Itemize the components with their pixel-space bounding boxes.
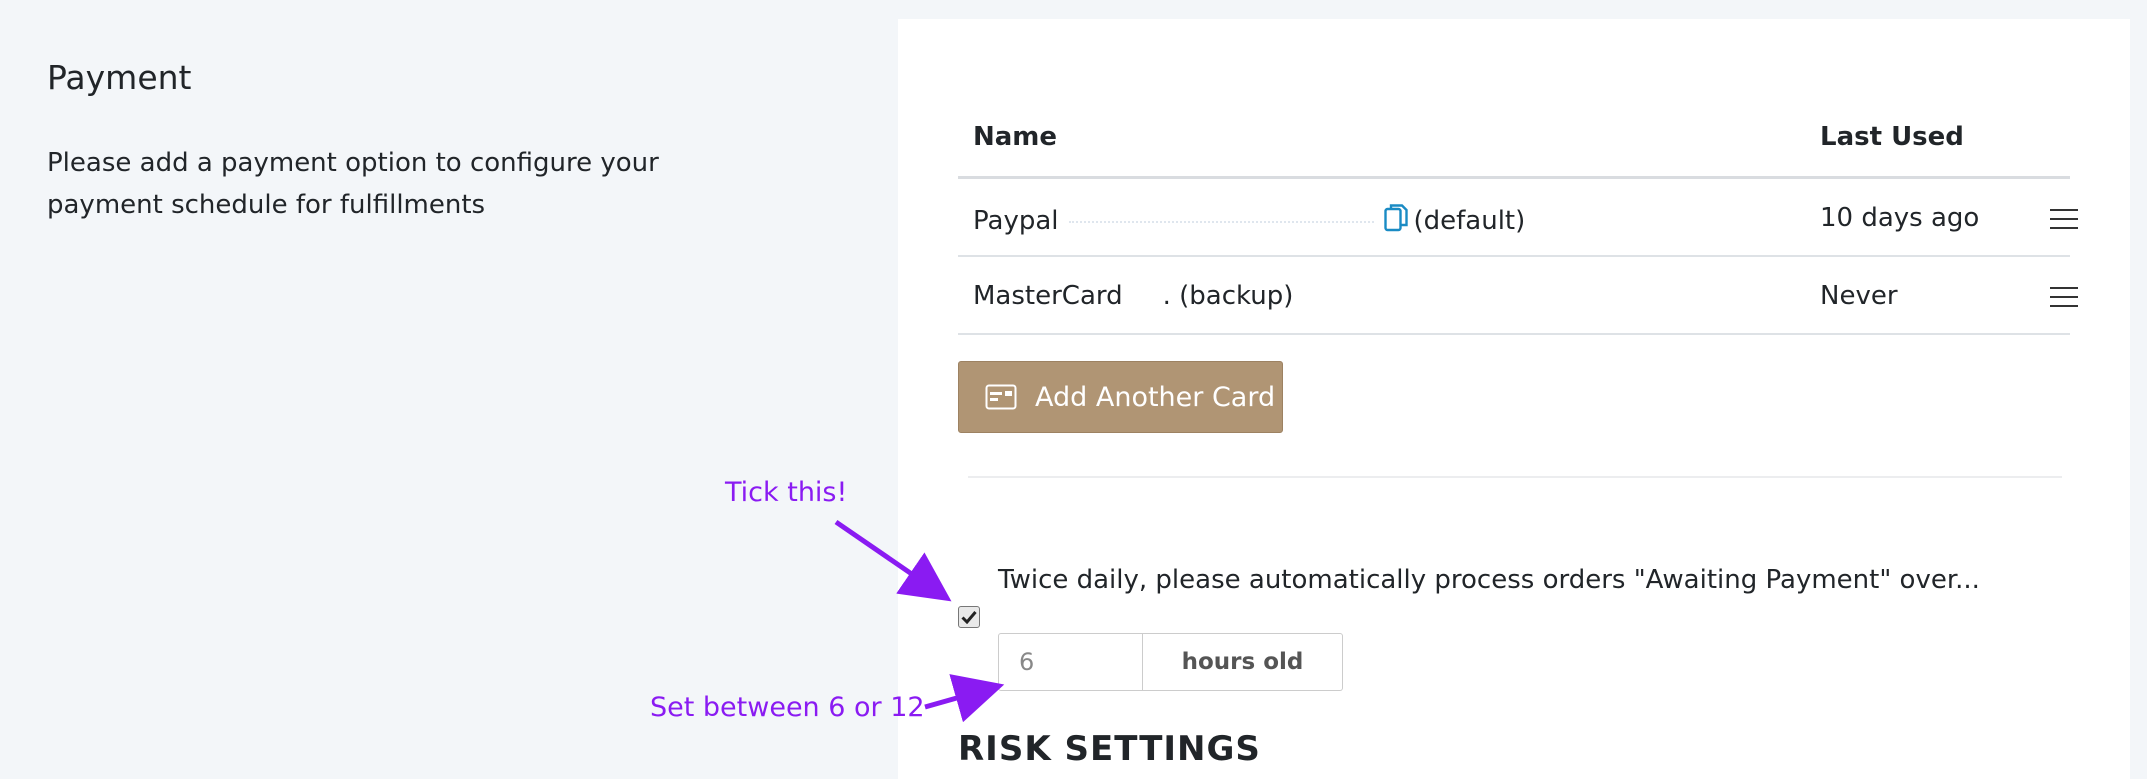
arrow-to-hours-input [924,674,1005,723]
arrow-to-checkbox [834,519,952,602]
annotation-arrows [834,519,1005,723]
